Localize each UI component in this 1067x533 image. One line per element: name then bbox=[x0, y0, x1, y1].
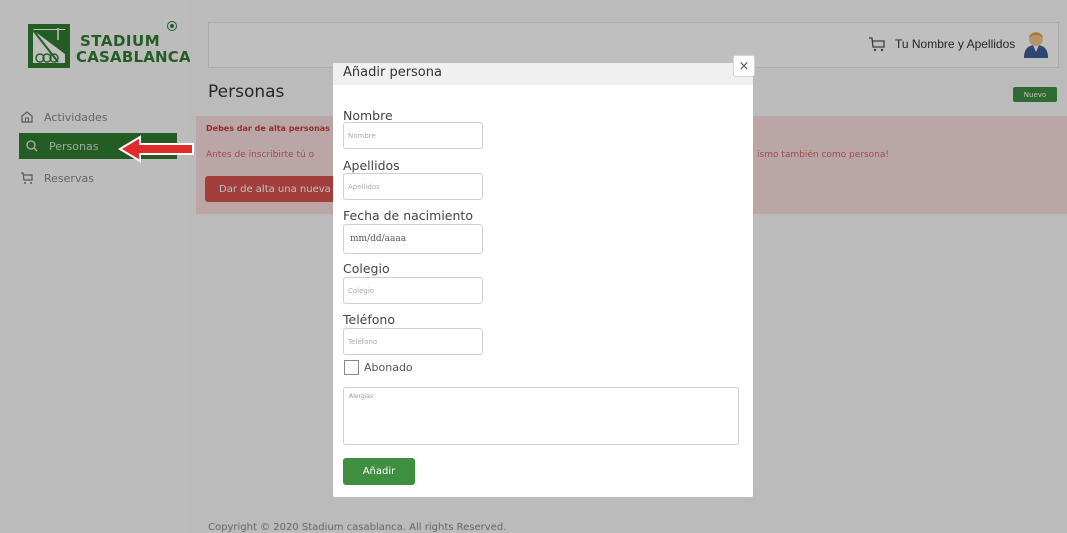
colegio-input[interactable] bbox=[343, 277, 483, 304]
nombre-input[interactable] bbox=[343, 122, 483, 149]
birthdate-input[interactable]: mm/dd/aaaa bbox=[343, 224, 483, 254]
fecha-label: Fecha de nacimiento bbox=[343, 208, 473, 223]
alergias-textarea[interactable] bbox=[343, 387, 739, 445]
colegio-label: Colegio bbox=[343, 261, 390, 276]
apellidos-label: Apellidos bbox=[343, 158, 400, 173]
add-button[interactable]: Añadir bbox=[343, 458, 415, 485]
close-button[interactable]: × bbox=[733, 55, 755, 77]
telefono-input[interactable] bbox=[343, 328, 483, 355]
arrow-annotation-icon bbox=[118, 135, 194, 163]
modal-title: Añadir persona bbox=[343, 65, 442, 80]
add-person-modal: Añadir persona × Nombre Apellidos Fecha … bbox=[333, 55, 755, 497]
abonado-label: Abonado bbox=[364, 361, 413, 374]
nombre-label: Nombre bbox=[343, 108, 393, 123]
apellidos-input[interactable] bbox=[343, 173, 483, 200]
abonado-checkbox[interactable] bbox=[344, 360, 359, 375]
telefono-label: Teléfono bbox=[343, 312, 395, 327]
modal-header: Añadir persona bbox=[333, 63, 753, 85]
